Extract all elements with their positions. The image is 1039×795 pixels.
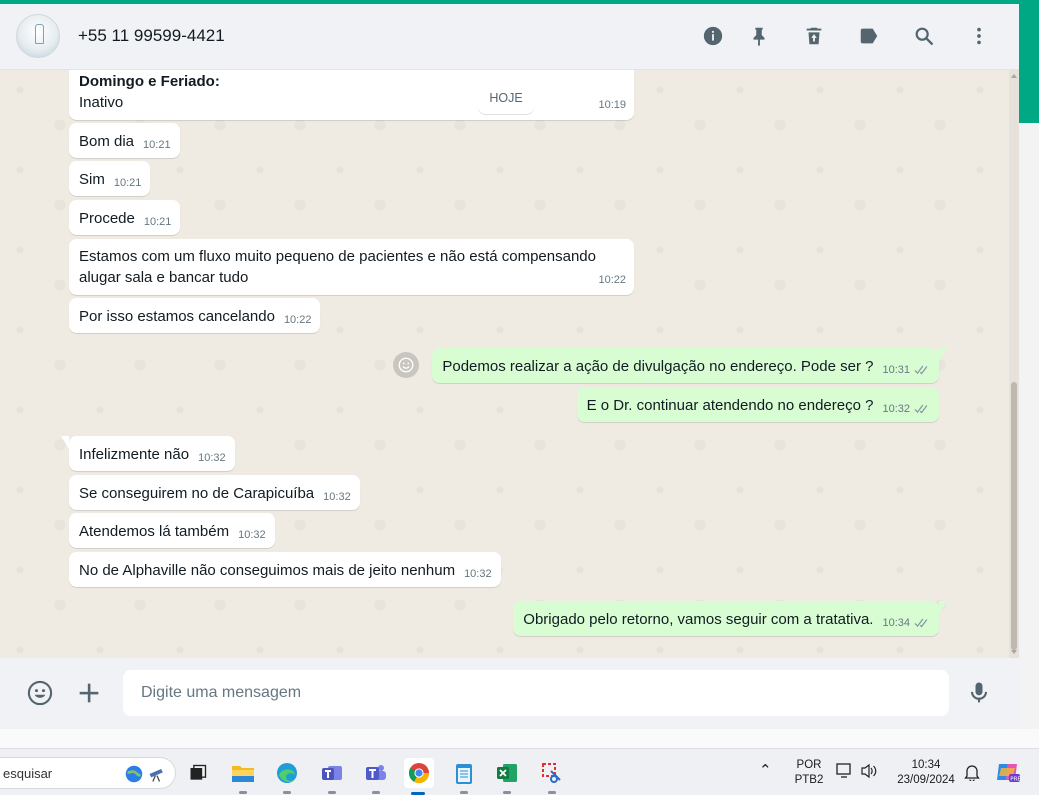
message-time: 10:32 [198,452,226,464]
message-outgoing[interactable]: E o Dr. continuar atendendo no endereço … [576,387,939,422]
task-view-icon[interactable] [184,759,212,787]
message-time: 10:21 [143,216,172,228]
message-time: 10:32 [238,529,266,541]
message-text: Se conseguirem no de Carapicuíba [79,485,315,502]
network-icon[interactable] [836,763,854,784]
contact-name[interactable]: +55 11 99599-4421 [78,26,225,46]
message-incoming[interactable]: Infelizmente não 10:32 [61,436,235,471]
svg-text:PRE: PRE [1010,777,1021,783]
notepad-icon[interactable] [450,759,478,794]
message-title: Domingo e Feriado: [79,73,220,90]
message-time: 10:21 [143,139,171,151]
chrome-icon[interactable] [404,758,434,795]
scrollbar-thumb[interactable] [1011,382,1017,650]
info-icon[interactable] [700,23,726,49]
language-code: POR [796,759,822,771]
telescope-icon [149,769,163,782]
chat-panel[interactable]: Domingo e Feriado: Inativo 10:19 HOJE Bo… [0,70,1019,658]
date-divider: HOJE [478,82,534,114]
message-text: Atendemos lá também [79,523,230,540]
message-incoming[interactable]: Domingo e Feriado: Inativo 10:19 [69,70,634,120]
message-composer [0,658,1019,729]
label-icon[interactable] [856,23,882,49]
message-outgoing[interactable]: Podemos realizar a ação de divulgação no… [432,348,947,383]
message-text: Obrigado pelo retorno, vamos seguir com … [523,611,874,628]
message-time: 10:32 [464,568,492,580]
message-text: Estamos com um fluxo muito pequeno de pa… [79,248,596,286]
emoji-icon[interactable] [25,678,55,708]
message-time: 10:22 [598,274,626,286]
clock-time: 10:34 [911,759,941,771]
message-incoming[interactable]: Sim 10:21 [69,161,151,196]
search-icon[interactable] [911,23,937,49]
microphone-icon[interactable] [964,678,994,708]
message-incoming[interactable]: No de Alphaville não conseguimos mais de… [69,552,501,587]
message-text: Por isso estamos cancelando [79,308,275,325]
tray-overflow-chevron-icon[interactable]: ⌃ [759,763,772,778]
message-text: Bom dia [79,133,135,150]
file-explorer-icon[interactable] [229,759,257,794]
message-time: 10:32 [323,491,351,503]
window-bottom-margin [0,729,1039,748]
scroll-down-icon[interactable] [1011,650,1017,654]
contact-avatar[interactable] [16,14,60,58]
window-right-margin [1019,123,1039,748]
teams-classic-icon[interactable] [318,759,346,794]
excel-icon[interactable] [493,759,521,794]
message-text: Podemos realizar a ação de divulgação no… [442,358,874,375]
input-language[interactable]: POR PTB2 [792,758,826,788]
message-outgoing[interactable]: Obrigado pelo retorno, vamos seguir com … [513,601,947,636]
message-text: E o Dr. continuar atendendo no endereço … [586,397,874,414]
notifications-bell-icon[interactable] [964,763,980,786]
taskbar-search[interactable]: esquisar [0,757,176,789]
taskbar-search-label: esquisar [3,766,53,781]
message-text: Procede [79,210,135,227]
window-right-accent [1019,4,1039,123]
message-time: 10:21 [113,177,142,189]
volume-icon[interactable] [860,763,878,784]
system-clock[interactable]: 10:34 23/09/2024 [888,758,964,788]
read-ticks-icon [914,404,928,414]
message-incoming[interactable]: Procede 10:21 [69,200,181,235]
delete-icon[interactable] [801,23,827,49]
menu-icon[interactable] [966,23,992,49]
message-time: 10:22 [283,314,312,326]
keyboard-layout: PTB2 [794,774,824,786]
clock-date: 23/09/2024 [897,774,955,786]
scroll-up-icon[interactable] [1011,74,1017,78]
read-ticks-icon [914,365,928,375]
copilot-icon[interactable]: PRE [995,760,1021,789]
message-incoming[interactable]: Atendemos lá também 10:32 [69,513,275,548]
teams-icon[interactable] [362,759,390,794]
message-text: Infelizmente não [79,446,190,463]
message-time: 10:19 [598,99,626,111]
message-text: Sim [79,171,105,188]
message-input[interactable] [123,670,949,716]
react-emoji-icon[interactable] [393,352,419,378]
message-incoming[interactable]: Por isso estamos cancelando 10:22 [69,298,321,333]
message-time: 10:31 [882,364,910,376]
edge-icon[interactable] [273,759,301,794]
message-time: 10:32 [882,403,910,415]
snipping-tool-icon[interactable] [538,759,566,794]
message-incoming[interactable]: Estamos com um fluxo muito pequeno de pa… [69,239,634,295]
read-ticks-icon [914,618,928,628]
message-text: No de Alphaville não conseguimos mais de… [79,562,456,579]
globe-icon [125,765,143,783]
message-incoming[interactable]: Bom dia 10:21 [69,123,180,158]
chat-header: +55 11 99599-4421 [0,4,1019,70]
message-time: 10:34 [882,617,910,629]
attach-plus-icon[interactable] [74,678,104,708]
message-text: Inativo [79,94,124,111]
message-incoming[interactable]: Se conseguirem no de Carapicuíba 10:32 [69,475,360,510]
pin-icon[interactable] [746,23,772,49]
windows-taskbar: esquisar ⌃ POR PTB2 10:34 23/09/2024 PRE [0,748,1039,795]
